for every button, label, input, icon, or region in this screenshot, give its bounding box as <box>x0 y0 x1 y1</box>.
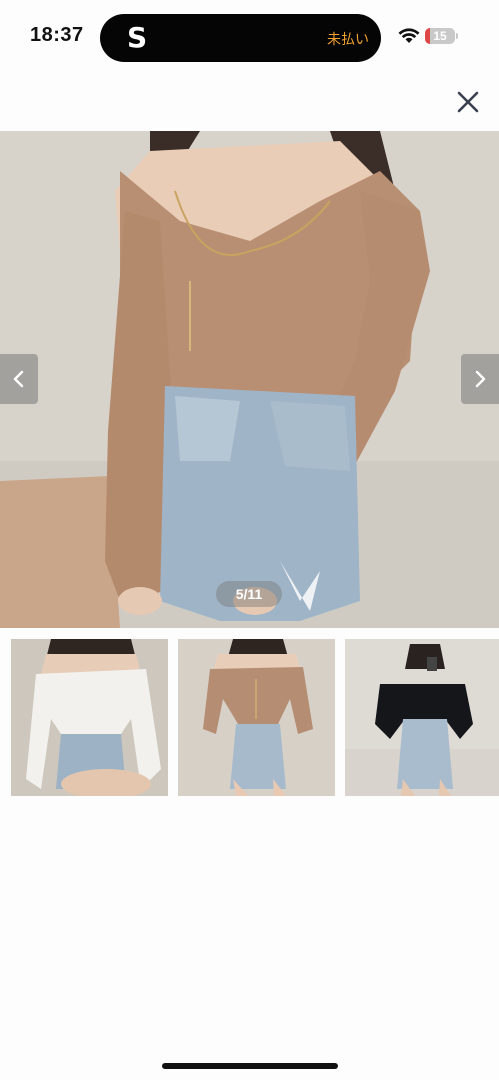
status-time: 18:37 <box>30 24 84 46</box>
beige-top-photo <box>178 639 335 796</box>
product-image-viewer: 18:37 S 未払い 15 5/11 <box>0 0 499 1080</box>
wifi-icon <box>398 28 420 43</box>
thumbnail-strip <box>0 639 499 797</box>
next-image-button[interactable] <box>461 354 499 404</box>
white-top-photo <box>11 639 168 796</box>
battery-percentage: 15 <box>433 29 447 43</box>
black-top-photo <box>345 639 499 796</box>
battery-icon: 15 <box>425 28 455 44</box>
thumbnail-black-top[interactable] <box>345 639 499 796</box>
payment-status-label: 未払い <box>327 32 369 48</box>
home-indicator[interactable] <box>162 1063 338 1069</box>
dynamic-island[interactable]: S 未払い <box>100 14 381 62</box>
thumbnail-beige-top[interactable] <box>178 639 335 796</box>
beige-top-model-photo <box>0 131 499 628</box>
thumbnail-white-top[interactable] <box>11 639 168 796</box>
image-counter: 5/11 <box>216 581 282 607</box>
chevron-left-icon <box>13 370 24 388</box>
chevron-right-icon <box>475 370 486 388</box>
previous-image-button[interactable] <box>0 354 38 404</box>
close-button[interactable] <box>452 86 484 118</box>
close-icon <box>457 91 479 113</box>
product-main-image[interactable]: 5/11 <box>0 131 499 628</box>
battery-nub <box>456 33 458 39</box>
app-logo-icon: S <box>127 21 148 54</box>
